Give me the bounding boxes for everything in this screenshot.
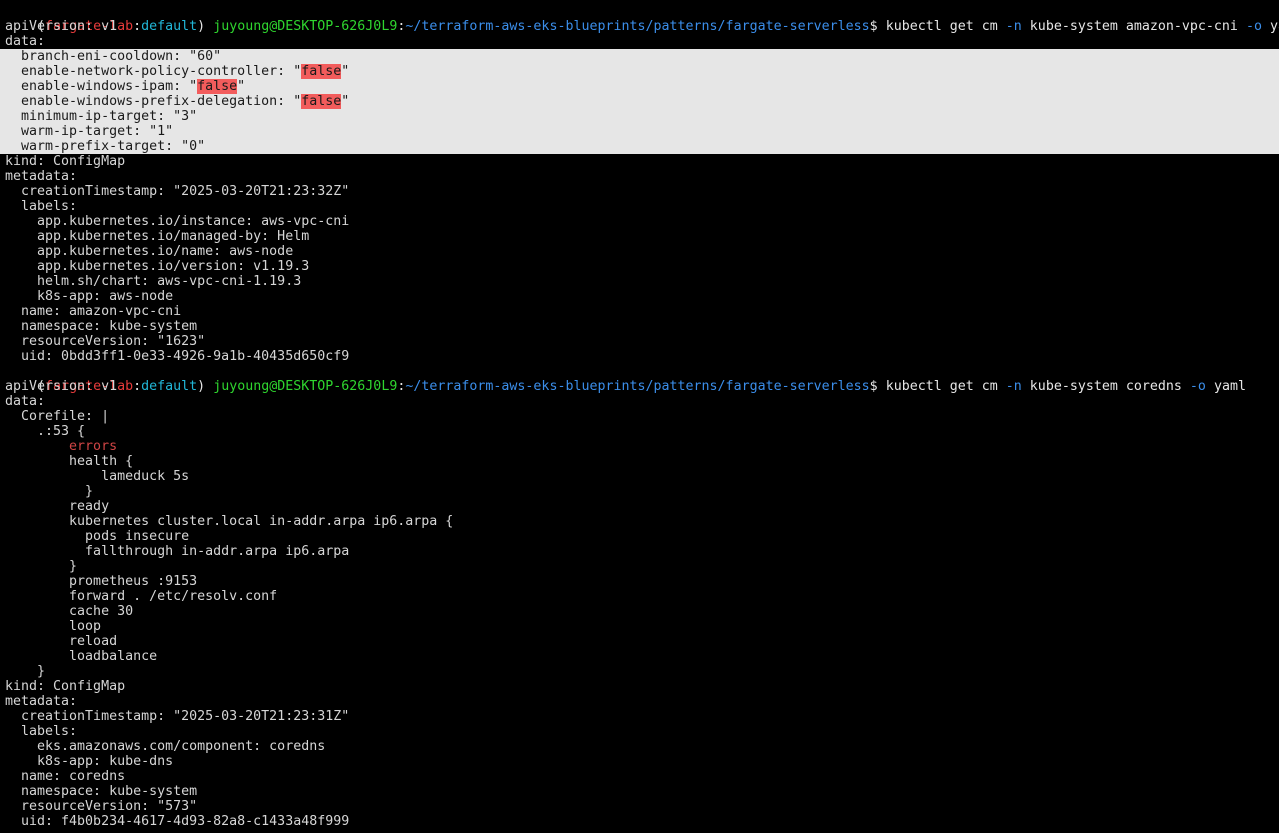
- yaml-line: reload: [5, 634, 118, 649]
- yaml-line: kind: ConfigMap: [5, 679, 126, 694]
- yaml-line: creationTimestamp: "2025-03-20T21:23:31Z…: [5, 709, 350, 724]
- yaml-line: }: [5, 484, 94, 499]
- yaml-line: prometheus :9153: [5, 574, 198, 589]
- yaml-line: lameduck 5s: [5, 469, 190, 484]
- yaml-line: apiVersion: v1: [5, 379, 118, 394]
- prompt-line-2: (fargate-lab:default) juyoung@DESKTOP-62…: [0, 364, 1279, 394]
- yaml-line: pods insecure: [5, 529, 190, 544]
- yaml-line: uid: f4b0b234-4617-4d93-82a8-c1433a48f99…: [5, 814, 350, 829]
- yaml-line: fallthrough in-addr.arpa ip6.arpa: [5, 544, 350, 559]
- yaml-line: data:: [5, 34, 46, 49]
- yaml-line: metadata:: [5, 694, 78, 709]
- false-value: false: [301, 94, 342, 109]
- false-value: false: [197, 79, 238, 94]
- yaml-line: name: amazon-vpc-cni: [5, 304, 182, 319]
- yaml-line: creationTimestamp: "2025-03-20T21:23:32Z…: [5, 184, 350, 199]
- yaml-line: labels:: [5, 199, 78, 214]
- yaml-line-selected: warm-ip-target: "1": [0, 124, 1279, 139]
- yaml-line: loadbalance: [5, 649, 158, 664]
- yaml-line: }: [5, 559, 78, 574]
- yaml-line: health {: [5, 454, 134, 469]
- yaml-line-selected: enable-windows-prefix-delegation: "false…: [0, 94, 1279, 109]
- yaml-line: kubernetes cluster.local in-addr.arpa ip…: [5, 514, 454, 529]
- yaml-line: forward . /etc/resolv.conf: [5, 589, 278, 604]
- yaml-line: metadata:: [5, 169, 78, 184]
- yaml-line: ready: [5, 499, 110, 514]
- yaml-line-selected: enable-network-policy-controller: "false…: [0, 64, 1279, 79]
- yaml-line: app.kubernetes.io/name: aws-node: [5, 244, 294, 259]
- yaml-line: apiVersion: v1: [5, 19, 118, 34]
- yaml-line: data:: [5, 394, 46, 409]
- yaml-line: resourceVersion: "573": [5, 799, 198, 814]
- yaml-line-selected: branch-eni-cooldown: "60": [0, 49, 1279, 64]
- yaml-line: namespace: kube-system: [5, 319, 198, 334]
- yaml-line: }: [5, 664, 46, 679]
- yaml-line: namespace: kube-system: [5, 784, 198, 799]
- yaml-line: app.kubernetes.io/managed-by: Helm: [5, 229, 310, 244]
- yaml-line: labels:: [5, 724, 78, 739]
- yaml-line: k8s-app: kube-dns: [5, 754, 174, 769]
- yaml-line: helm.sh/chart: aws-vpc-cni-1.19.3: [5, 274, 302, 289]
- yaml-line: uid: 0bdd3ff1-0e33-4926-9a1b-40435d650cf…: [5, 349, 350, 364]
- yaml-line: .:53 {: [5, 424, 86, 439]
- yaml-line: kind: ConfigMap: [5, 154, 126, 169]
- yaml-line-selected: minimum-ip-target: "3": [0, 109, 1279, 124]
- yaml-line: loop: [5, 619, 102, 634]
- yaml-line: app.kubernetes.io/instance: aws-vpc-cni: [5, 214, 350, 229]
- corefile-errors-line: errors: [5, 439, 118, 454]
- yaml-line: app.kubernetes.io/version: v1.19.3: [5, 259, 310, 274]
- terminal-window[interactable]: (fargate-lab:default) juyoung@DESKTOP-62…: [0, 0, 1279, 833]
- prompt-line-1: (fargate-lab:default) juyoung@DESKTOP-62…: [0, 4, 1279, 34]
- yaml-line: Corefile: |: [5, 409, 110, 424]
- yaml-line-selected: enable-windows-ipam: "false": [0, 79, 1279, 94]
- false-value: false: [301, 64, 342, 79]
- yaml-line: k8s-app: aws-node: [5, 289, 174, 304]
- yaml-line: cache 30: [5, 604, 134, 619]
- yaml-line-selected: warm-prefix-target: "0": [0, 139, 1279, 154]
- yaml-line: eks.amazonaws.com/component: coredns: [5, 739, 326, 754]
- yaml-line: name: coredns: [5, 769, 126, 784]
- yaml-line: resourceVersion: "1623": [5, 334, 206, 349]
